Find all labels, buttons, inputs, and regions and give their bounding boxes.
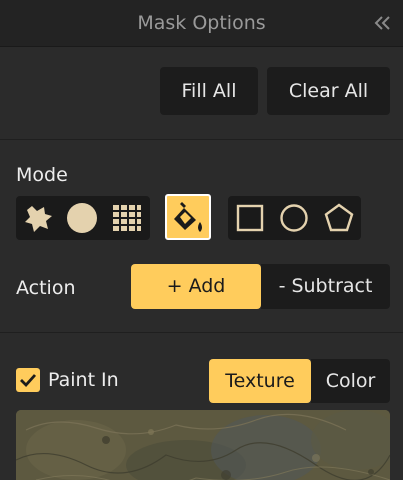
checkmark-icon	[20, 374, 37, 388]
round-brush-icon[interactable]	[66, 202, 98, 234]
paint-in-checkbox[interactable]	[16, 368, 40, 392]
shape-tool-group	[228, 196, 361, 240]
section-divider	[0, 139, 403, 140]
grid-brush-icon[interactable]	[112, 204, 142, 232]
splat-brush-icon[interactable]	[22, 202, 54, 234]
terrain-texture-image	[16, 410, 390, 480]
texture-preview[interactable]	[16, 410, 390, 480]
double-chevron-left-icon[interactable]	[371, 12, 393, 34]
color-button[interactable]: Color	[311, 359, 390, 403]
circle-shape-icon[interactable]	[279, 203, 309, 233]
square-shape-icon[interactable]	[236, 204, 264, 232]
mode-label: Mode	[16, 164, 68, 186]
pentagon-shape-icon[interactable]	[324, 203, 354, 233]
fill-tool-button[interactable]	[165, 194, 211, 240]
panel-title: Mask Options	[137, 12, 266, 34]
subtract-button[interactable]: - Subtract	[261, 264, 390, 309]
brush-tool-group	[16, 196, 150, 240]
paint-in-label: Paint In	[48, 369, 119, 391]
panel-header: Mask Options	[0, 0, 403, 47]
action-label: Action	[16, 277, 76, 299]
paint-bucket-icon	[172, 200, 206, 236]
fill-all-button[interactable]: Fill All	[160, 67, 258, 115]
clear-all-button[interactable]: Clear All	[267, 67, 390, 115]
section-divider	[0, 332, 403, 333]
texture-button[interactable]: Texture	[209, 359, 311, 403]
add-button[interactable]: + Add	[131, 264, 261, 309]
